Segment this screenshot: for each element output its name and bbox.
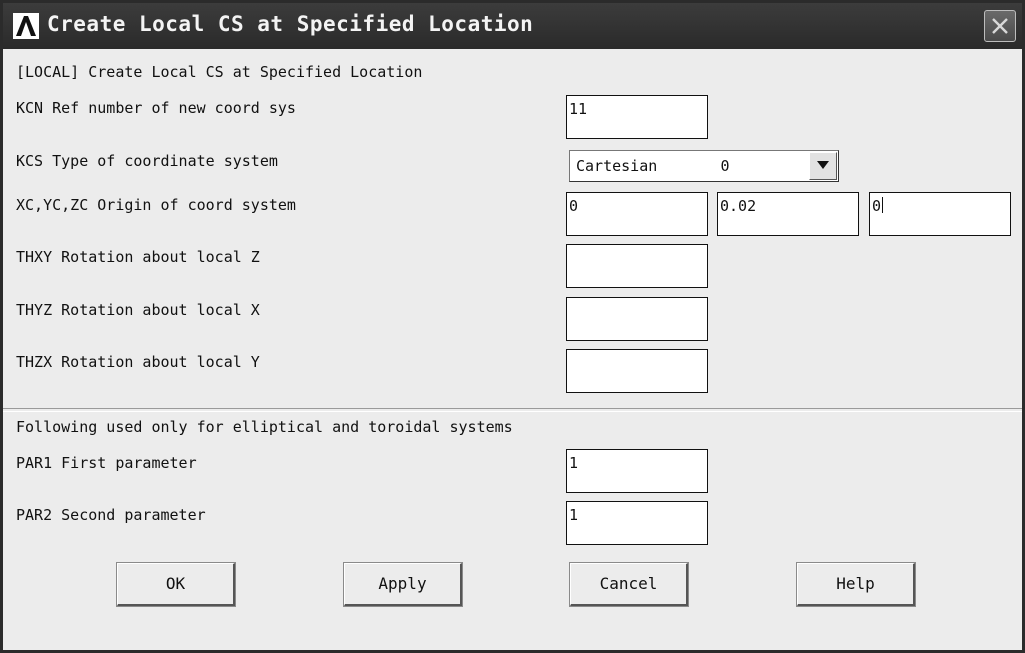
origin-x-input[interactable]: 0 [566,192,708,236]
close-icon[interactable] [984,10,1016,42]
thzx-input[interactable] [566,349,708,393]
apply-button[interactable]: Apply [343,562,463,607]
window-title: Create Local CS at Specified Location [47,12,534,36]
section-divider [3,408,1022,412]
thzx-label: THZX Rotation about local Y [16,353,260,371]
thyz-label: THYZ Rotation about local X [16,301,260,319]
command-header: [LOCAL] Create Local CS at Specified Loc… [16,63,423,81]
par1-label: PAR1 First parameter [16,454,197,472]
thyz-input[interactable] [566,297,708,341]
origin-label: XC,YC,ZC Origin of coord system [16,196,296,214]
kcn-label: KCN Ref number of new coord sys [16,99,296,117]
dialog-window: Create Local CS at Specified Location [L… [0,0,1025,653]
kcs-selected-value: Cartesian 0 [576,157,730,175]
ansys-logo-icon [13,13,39,39]
ok-button[interactable]: OK [116,562,236,607]
par1-input[interactable]: 1 [566,449,708,493]
chevron-down-icon[interactable] [809,152,837,180]
cancel-button[interactable]: Cancel [569,562,689,607]
kcs-label: KCS Type of coordinate system [16,152,278,170]
origin-y-input[interactable]: 0.02 [717,192,859,236]
par2-input[interactable]: 1 [566,501,708,545]
kcs-dropdown[interactable]: Cartesian 0 [569,150,839,182]
thxy-label: THXY Rotation about local Z [16,248,260,266]
kcn-input[interactable]: 11 [566,95,708,139]
title-bar[interactable]: Create Local CS at Specified Location [3,3,1022,49]
thxy-input[interactable] [566,244,708,288]
par2-label: PAR2 Second parameter [16,506,206,524]
help-button[interactable]: Help [796,562,916,607]
origin-z-input[interactable]: 0 [869,192,1011,236]
elliptical-note: Following used only for elliptical and t… [16,418,513,436]
